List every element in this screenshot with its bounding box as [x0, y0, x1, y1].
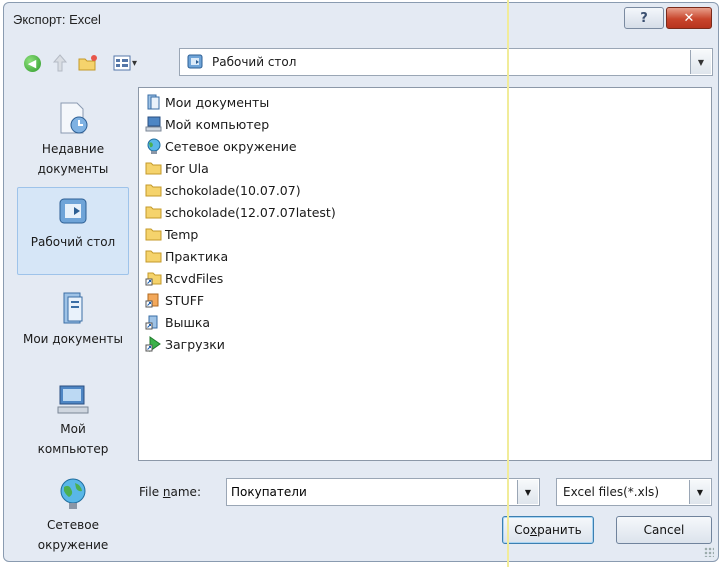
folder-icon — [145, 162, 162, 175]
place-my-computer[interactable]: Мой компьютер — [17, 377, 129, 463]
file-type-select[interactable]: Excel files(*.xls) ▼ — [556, 478, 712, 506]
location-value: Рабочий стол — [212, 55, 297, 69]
cancel-button[interactable]: Cancel — [616, 516, 712, 544]
file-name: schokolade(10.07.07) — [165, 182, 301, 198]
list-item[interactable]: Temp — [145, 224, 198, 244]
location-dropdown-arrow[interactable]: ▼ — [690, 50, 711, 74]
file-name-input[interactable] — [231, 482, 515, 502]
my-documents-icon — [63, 292, 83, 324]
file-name: schokolade(12.07.07latest) — [165, 204, 336, 220]
list-item[interactable]: Мои документы — [145, 92, 269, 112]
export-dialog: Экспорт: Excel ? ✕ ◀ ▾ Рабочий стол ▼ Не… — [3, 2, 719, 562]
folder-icon — [145, 206, 162, 219]
back-arrow-icon: ◀ — [23, 54, 41, 72]
file-name: Загрузки — [165, 336, 225, 352]
file-type-value: Excel files(*.xls) — [563, 485, 659, 499]
list-item[interactable]: Практика — [145, 246, 228, 266]
views-menu-button[interactable]: ▾ — [108, 53, 142, 73]
downloads-shortcut-icon — [145, 336, 161, 352]
close-icon: ✕ — [683, 10, 695, 26]
chevron-down-icon: ▼ — [524, 487, 532, 497]
desktop-icon — [59, 198, 87, 224]
folder-icon — [145, 250, 162, 263]
new-folder-button[interactable] — [78, 53, 98, 73]
place-label-line2: окружение — [37, 538, 109, 552]
resize-grip[interactable] — [704, 547, 714, 557]
up-folder-button[interactable] — [50, 53, 70, 73]
list-item[interactable]: STUFF — [145, 290, 204, 310]
place-label-line2: компьютер — [37, 442, 109, 456]
close-button[interactable]: ✕ — [666, 7, 712, 29]
list-item[interactable]: Сетевое окружение — [145, 136, 297, 156]
network-icon — [147, 138, 161, 154]
shortcut-icon — [145, 272, 162, 286]
file-name-combobox[interactable]: ▼ — [226, 478, 540, 506]
place-desktop[interactable]: Рабочий стол — [17, 187, 129, 275]
file-name: Мой компьютер — [165, 116, 270, 132]
place-my-documents[interactable]: Мои документы — [17, 285, 129, 369]
help-icon: ? — [640, 10, 648, 26]
up-folder-icon — [52, 54, 68, 72]
file-name: Temp — [165, 226, 199, 242]
file-name: Сетевое окружение — [165, 138, 297, 154]
place-label-line1: Недавние — [41, 142, 105, 156]
desktop-icon — [187, 54, 203, 69]
place-recent-documents[interactable]: Недавние документы — [17, 97, 129, 183]
folder-icon — [145, 184, 162, 197]
chevron-down-icon: ▾ — [131, 57, 138, 69]
file-list[interactable]: Мои документы Мой компьютер Сетевое окру… — [138, 87, 712, 461]
window-title: Экспорт: Excel — [13, 12, 101, 27]
my-computer-icon — [57, 385, 89, 414]
place-label-line1: Рабочий стол — [30, 235, 116, 249]
place-network[interactable]: Сетевое окружение — [17, 473, 129, 557]
shortcut-icon — [145, 315, 158, 330]
list-item[interactable]: schokolade(12.07.07latest) — [145, 202, 336, 222]
chevron-down-icon: ▼ — [696, 487, 704, 497]
title-bar[interactable]: Экспорт: Excel ? ✕ — [4, 3, 718, 37]
place-label-line1: Сетевое — [47, 518, 99, 532]
recent-documents-icon — [60, 102, 88, 134]
file-name: Практика — [165, 248, 229, 264]
views-icon — [113, 55, 131, 71]
list-item[interactable]: For Ula — [145, 158, 209, 178]
my-documents-icon — [147, 94, 160, 110]
file-name-dropdown-arrow[interactable]: ▼ — [517, 480, 538, 504]
location-dropdown[interactable]: Рабочий стол ▼ — [179, 48, 713, 76]
network-icon — [60, 478, 86, 509]
place-label-line2: документы — [37, 162, 109, 176]
chevron-down-icon: ▼ — [697, 57, 705, 67]
file-name: RcvdFiles — [165, 270, 224, 286]
save-button[interactable]: Со х ранить — [502, 516, 594, 544]
place-label-line1: Мои документы — [22, 332, 124, 346]
places-bar: Недавние документы Рабочий стол Мои доку… — [15, 87, 131, 557]
my-computer-icon — [145, 116, 162, 132]
shortcut-icon — [145, 293, 159, 308]
list-item[interactable]: RcvdFiles — [145, 268, 223, 288]
file-name: STUFF — [165, 292, 205, 308]
back-button[interactable]: ◀ — [22, 53, 42, 73]
place-label-line1: Мой — [60, 422, 86, 436]
list-item[interactable]: schokolade(10.07.07) — [145, 180, 301, 200]
file-name-label: File name: — [139, 485, 201, 499]
file-type-dropdown-arrow[interactable]: ▼ — [689, 480, 710, 504]
list-item[interactable]: Мой компьютер — [145, 114, 269, 134]
new-folder-icon — [78, 55, 97, 71]
folder-icon — [145, 228, 162, 241]
file-name: Мои документы — [165, 94, 270, 110]
list-item[interactable]: Загрузки — [145, 334, 225, 354]
help-button[interactable]: ? — [624, 7, 664, 29]
file-name: For Ula — [165, 160, 209, 176]
file-name: Вышка — [165, 314, 211, 330]
list-item[interactable]: Вышка — [145, 312, 210, 332]
